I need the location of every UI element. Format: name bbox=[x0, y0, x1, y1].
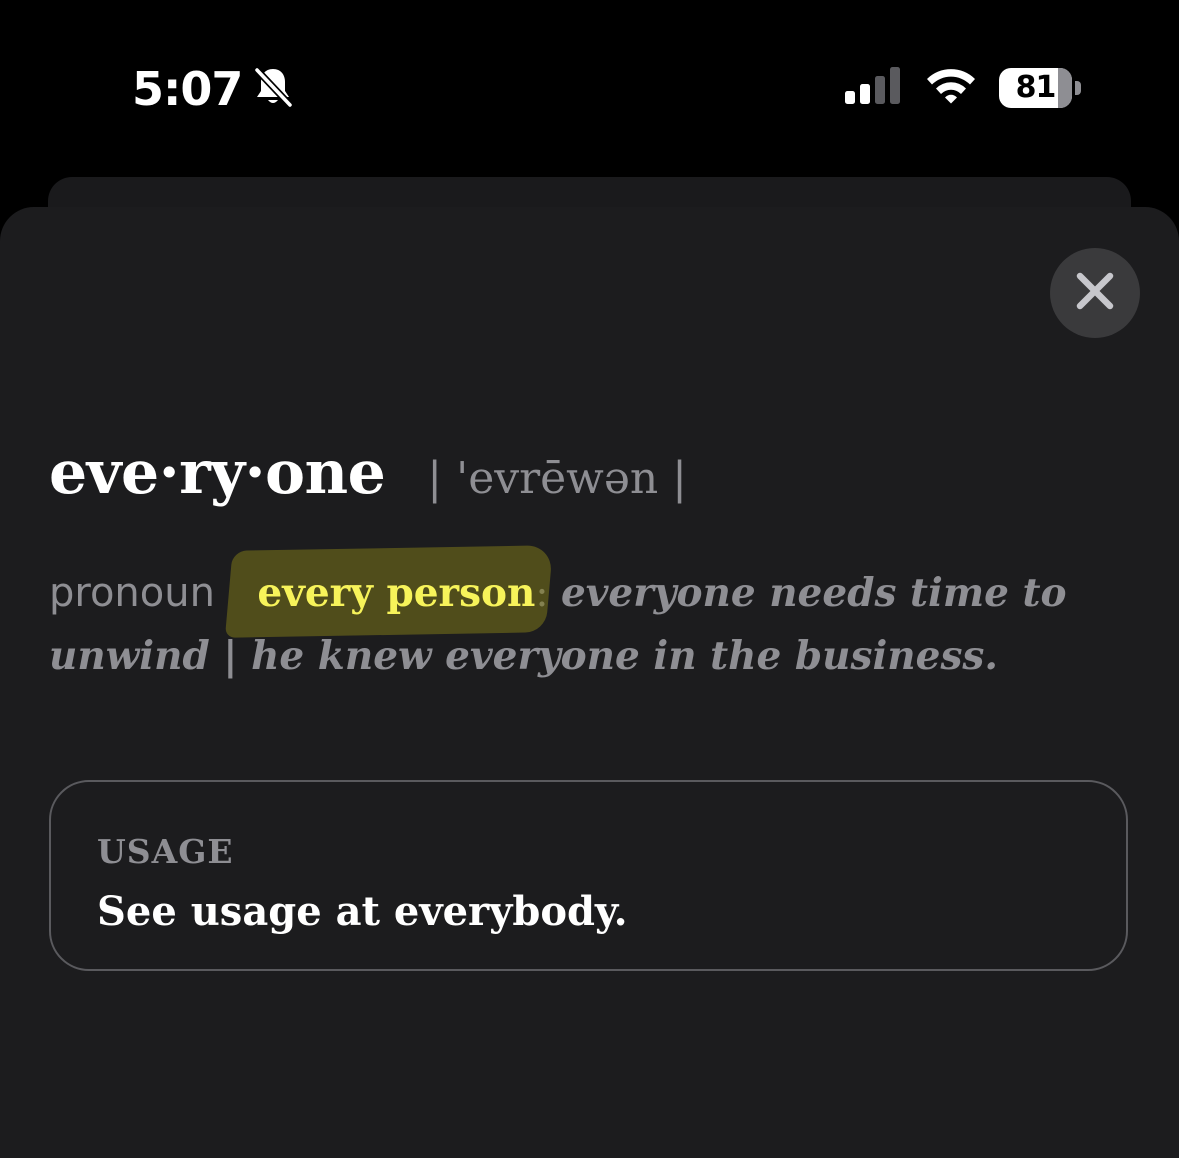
wifi-icon bbox=[925, 66, 977, 109]
headword-line: eve·ry·one | 'evrēwən | bbox=[49, 438, 687, 508]
headword: eve·ry·one bbox=[49, 438, 386, 508]
definition: pronoun every person: everyone needs tim… bbox=[49, 545, 1109, 688]
battery-icon: 81 bbox=[999, 67, 1081, 109]
time-group: 5:07 bbox=[132, 62, 294, 116]
pronunciation: | 'evrēwən | bbox=[427, 453, 688, 504]
usage-heading: USAGE bbox=[97, 832, 234, 871]
usage-box: USAGE See usage at everybody. bbox=[49, 780, 1128, 971]
battery-tip bbox=[1075, 80, 1081, 95]
battery-body: 81 bbox=[999, 67, 1073, 108]
close-icon bbox=[1075, 271, 1115, 316]
part-of-speech: pronoun bbox=[49, 570, 215, 616]
status-time: 5:07 bbox=[132, 62, 243, 116]
status-icons: 81 bbox=[845, 66, 1081, 109]
usage-text: See usage at everybody. bbox=[97, 888, 628, 935]
status-bar: 5:07 81 bbox=[0, 0, 1179, 170]
battery-level: 81 bbox=[1015, 70, 1057, 105]
highlighted-sense[interactable]: every person bbox=[225, 545, 554, 638]
sense-text: every person bbox=[257, 570, 536, 616]
cellular-signal-icon bbox=[845, 66, 903, 109]
bell-slash-icon bbox=[252, 65, 294, 114]
close-button[interactable] bbox=[1050, 248, 1140, 338]
